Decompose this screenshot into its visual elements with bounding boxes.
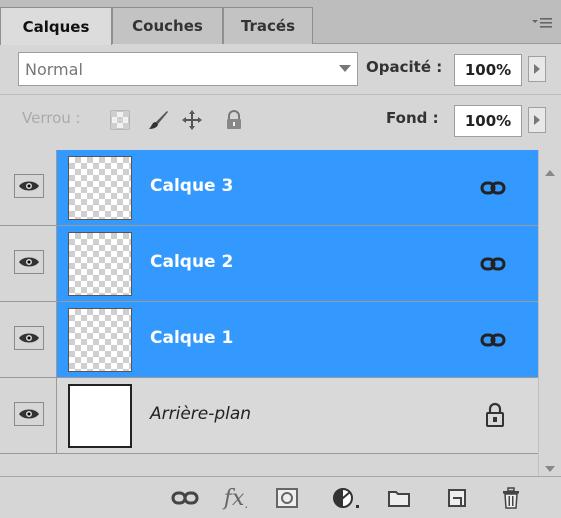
fx-label: fx — [223, 485, 245, 511]
chevron-down-icon — [339, 65, 351, 72]
layer-row-calque-2[interactable]: Calque 2 — [0, 226, 538, 302]
layer-name[interactable]: Calque 2 — [150, 252, 233, 272]
layer-thumbnail — [68, 156, 132, 220]
lock-move-icon[interactable] — [180, 108, 204, 132]
layer-thumbnail — [68, 232, 132, 296]
fill-slider-button[interactable] — [528, 107, 546, 133]
link-icon — [480, 178, 506, 198]
eye-icon[interactable] — [14, 174, 44, 198]
fx-icon[interactable]: fx. — [216, 485, 256, 512]
layer-row-background[interactable]: Arrière-plan — [0, 378, 538, 454]
lock-transparent-icon[interactable] — [108, 108, 132, 132]
scroll-up-icon[interactable] — [545, 170, 555, 176]
tab-couches[interactable]: Couches — [112, 7, 223, 44]
opacity-label: Opacité : — [366, 58, 443, 76]
link-icon — [480, 330, 506, 350]
tab-label: Couches — [132, 17, 203, 35]
opacity-input[interactable]: 100% — [454, 54, 522, 86]
panel-tab-bar: Calques Couches Tracés — [0, 0, 561, 45]
chevron-right-icon — [534, 115, 540, 125]
eye-icon[interactable] — [14, 326, 44, 350]
layer-name[interactable]: Calque 3 — [150, 176, 233, 196]
fill-label: Fond : — [386, 109, 439, 127]
layer-row-calque-3[interactable]: Calque 3 — [0, 150, 538, 226]
lock-icon — [484, 402, 506, 428]
visibility-column — [0, 378, 57, 453]
blend-mode-value: Normal — [25, 59, 83, 79]
lock-label: Verrou : — [22, 109, 81, 127]
layers-list: Calque 3 Calque 2 Calque 1 Arrière-plan — [0, 150, 538, 476]
new-group-icon[interactable] — [386, 485, 412, 511]
layer-name[interactable]: Arrière-plan — [150, 404, 251, 424]
layer-name[interactable]: Calque 1 — [150, 328, 233, 348]
panel-menu-icon[interactable] — [528, 12, 556, 34]
layer-thumbnail — [68, 384, 132, 448]
tab-traces[interactable]: Tracés — [223, 7, 313, 44]
eye-icon[interactable] — [14, 250, 44, 274]
lock-all-icon[interactable] — [222, 108, 246, 132]
opacity-slider-button[interactable] — [528, 56, 546, 82]
scroll-down-icon[interactable] — [545, 466, 555, 472]
link-layers-icon[interactable] — [170, 485, 200, 511]
blend-mode-select[interactable]: Normal — [18, 52, 358, 86]
layers-empty-area — [0, 454, 538, 476]
tab-label: Tracés — [240, 17, 296, 35]
layer-row-calque-1[interactable]: Calque 1 — [0, 302, 538, 378]
link-icon — [480, 254, 506, 274]
visibility-column — [0, 226, 57, 301]
chevron-right-icon — [534, 64, 540, 74]
visibility-column — [0, 302, 57, 377]
bottom-toolbar: fx. — [0, 476, 561, 518]
tab-label: Calques — [22, 17, 90, 36]
trash-icon[interactable] — [498, 485, 524, 511]
fill-input[interactable]: 100% — [454, 105, 522, 137]
layer-thumbnail — [68, 308, 132, 372]
lock-brush-icon[interactable] — [146, 108, 170, 132]
adjustment-layer-icon[interactable] — [330, 485, 364, 511]
layer-mask-icon[interactable] — [274, 485, 300, 511]
lock-row: Verrou : Fond : 100% — [0, 94, 561, 144]
new-layer-icon[interactable] — [444, 485, 470, 511]
tab-calques[interactable]: Calques — [0, 7, 112, 45]
visibility-column — [0, 150, 57, 225]
layers-scrollbar[interactable] — [538, 150, 561, 476]
eye-icon[interactable] — [14, 402, 44, 426]
